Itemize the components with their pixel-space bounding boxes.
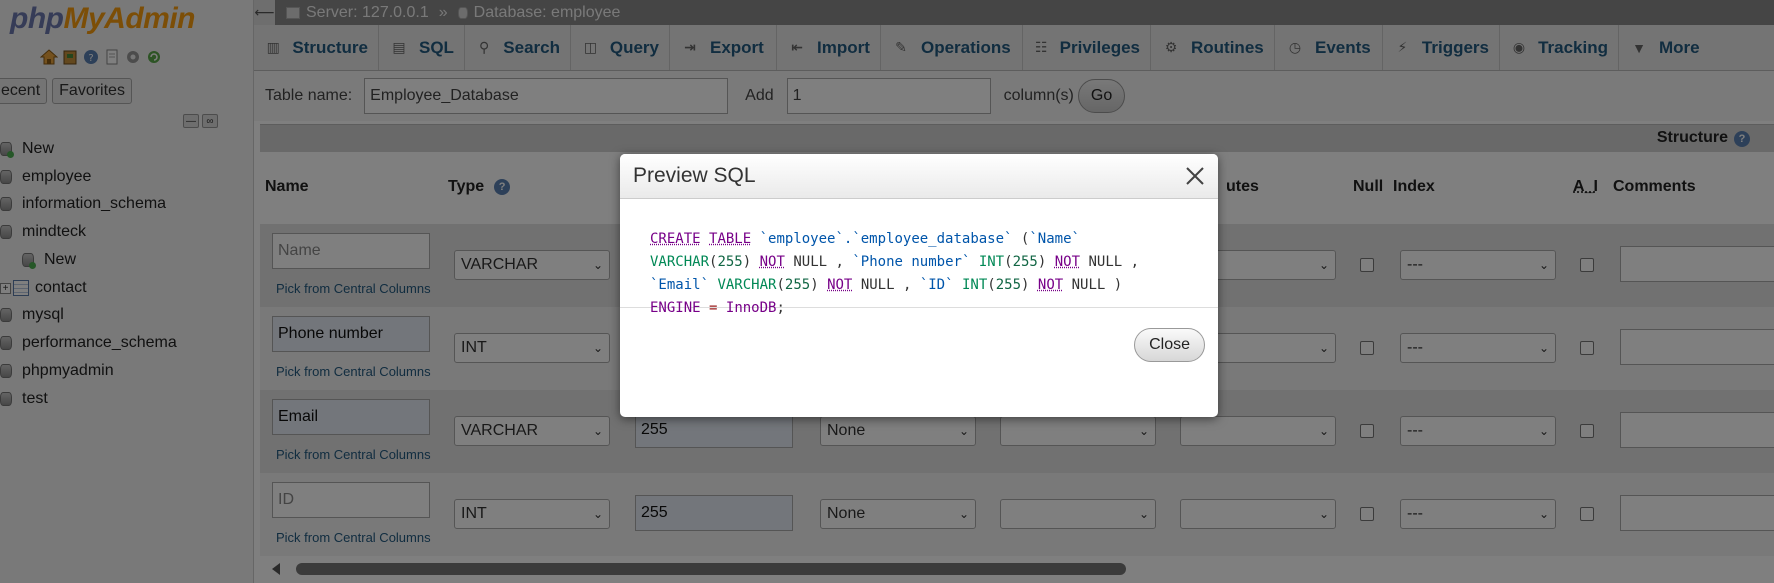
sql-line-2: VARCHAR(255) NOT NULL , `Phone number` I… <box>650 251 1218 274</box>
sql-line-1: CREATE TABLE `employee`.`employee_databa… <box>650 228 1218 251</box>
dialog-title: Preview SQL <box>633 164 756 188</box>
preview-sql-dialog: Preview SQL CREATE TABLE `employee`.`emp… <box>620 154 1218 417</box>
sql-line-3: `Email` VARCHAR(255) NOT NULL , `ID` INT… <box>650 274 1218 297</box>
sql-preview: CREATE TABLE `employee`.`employee_databa… <box>620 199 1218 308</box>
sql-line-4: ENGINE = InnoDB; <box>650 297 1218 320</box>
close-button[interactable]: Close <box>1134 328 1205 362</box>
close-icon[interactable] <box>1182 163 1208 189</box>
